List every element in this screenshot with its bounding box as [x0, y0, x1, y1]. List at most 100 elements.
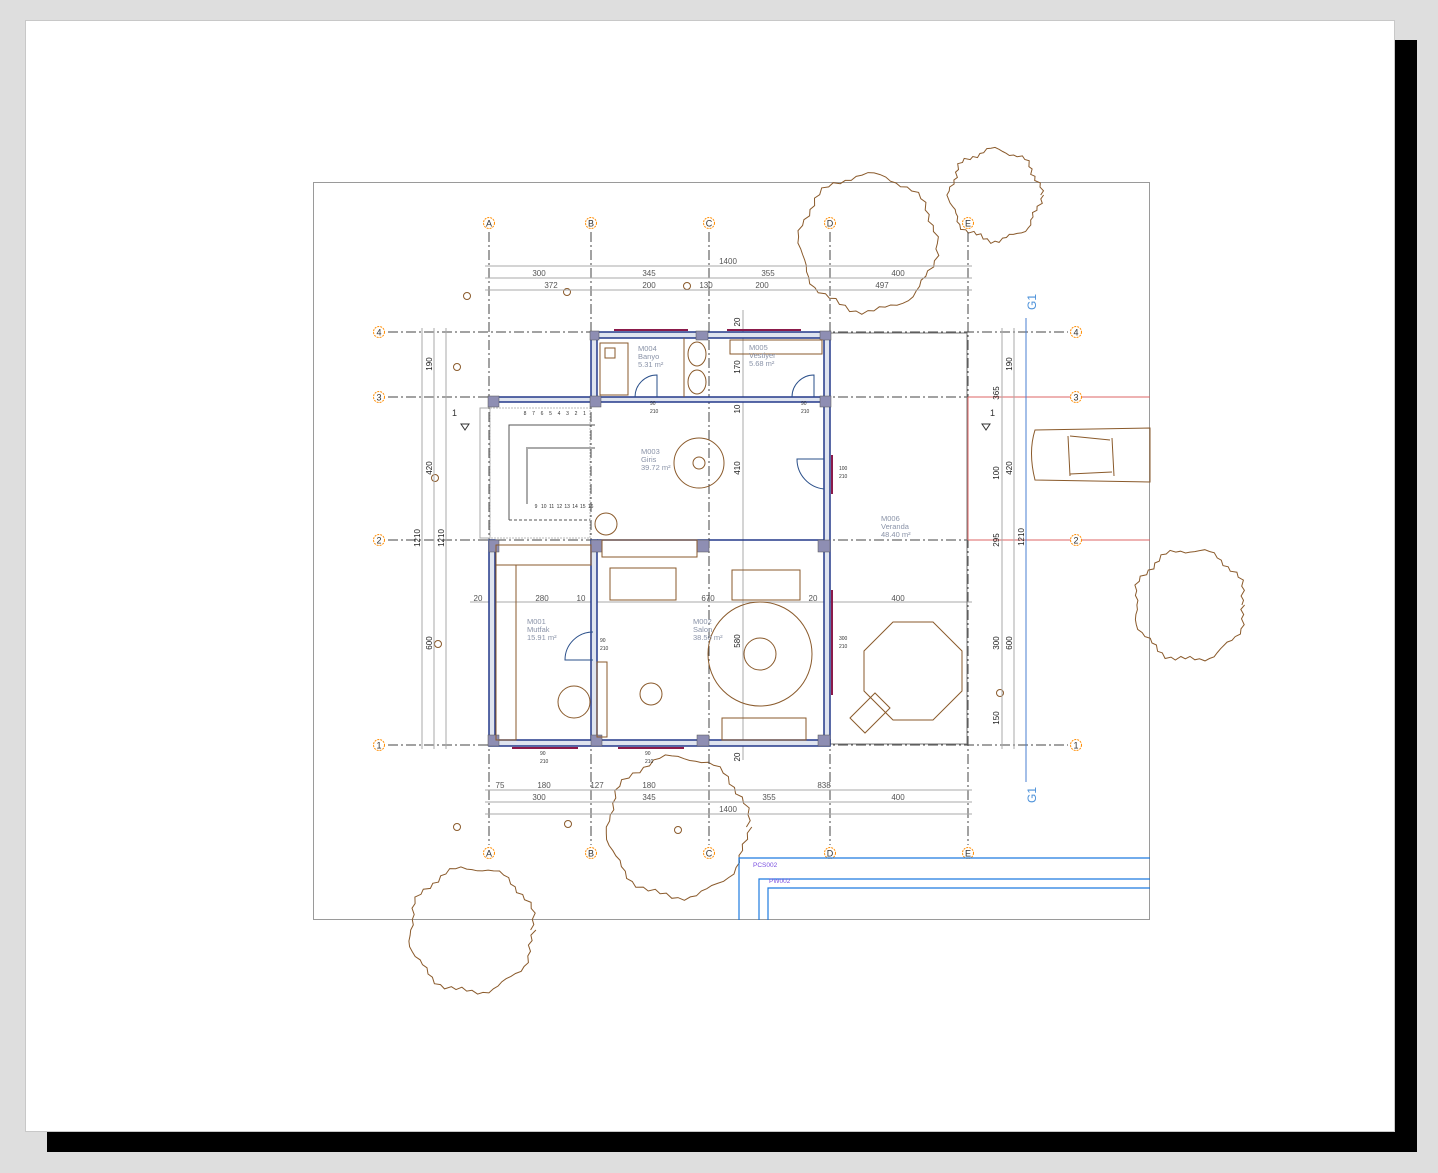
dim-top-bay: 400 — [891, 269, 905, 278]
grid-bubble-bottom: B — [585, 847, 597, 859]
grid-label: 3 — [376, 393, 381, 403]
dim-interior-horizontal: 670 — [701, 594, 715, 603]
dim-top-bay: 355 — [761, 269, 775, 278]
dim-right-overall: 1210 — [1017, 528, 1026, 546]
grid-label: D — [827, 849, 834, 859]
grid-label: A — [486, 219, 492, 229]
dim-right-detail: 365 — [992, 386, 1001, 400]
door-width: 90 — [600, 638, 606, 644]
floor-plan-drawing[interactable]: AABBCCDDEE4 43 32 21 1 1400300 345 355 400372 20… — [0, 0, 1438, 1173]
stair-step-number: 4 — [558, 411, 561, 417]
door-height: 210 — [839, 474, 848, 480]
grid-label: C — [706, 849, 713, 859]
door-width: 90 — [540, 751, 546, 757]
dim-top-detail: 200 — [642, 281, 656, 290]
stair-step-number: 12 — [557, 504, 563, 510]
dim-right-detail: 100 — [992, 466, 1001, 480]
dim-right-detail: 295 — [992, 533, 1001, 547]
tree-symbol — [1134, 549, 1245, 662]
dim-top-detail: 200 — [755, 281, 769, 290]
dim-right-segment: 420 — [1005, 461, 1014, 475]
stair-step-number: 2 — [575, 411, 578, 417]
grid-bubble-right: 2 — [1070, 534, 1082, 546]
door-height: 210 — [650, 409, 659, 415]
dim-interior-horizontal: 10 — [577, 594, 586, 603]
grid-label: B — [588, 219, 594, 229]
dim-bottom-overall: 1400 — [719, 805, 737, 814]
grid-bubble-right: 1 — [1070, 739, 1082, 751]
dim-top-bay: 300 — [532, 269, 546, 278]
title-block-pcs: PCS002 — [753, 862, 778, 869]
dim-bottom-bay: 400 — [891, 793, 905, 802]
dim-bottom-detail: 838 — [817, 781, 831, 790]
section-marker-left: 1 — [452, 408, 457, 418]
grid-bubble-top: E — [962, 217, 974, 229]
dim-left-segment: 600 — [425, 636, 434, 650]
dim-bottom-bay: 300 — [532, 793, 546, 802]
dim-top-detail: 497 — [875, 281, 889, 290]
dim-interior-vertical: 20 — [733, 752, 742, 761]
grid-label: 2 — [1073, 536, 1078, 546]
grid-bubble-top: A — [483, 217, 495, 229]
dim-right-segment: 190 — [1005, 357, 1014, 371]
elevation-marker-bottom: G1 — [1025, 787, 1039, 803]
grid-bubble-bottom: A — [483, 847, 495, 859]
dim-right-detail: 150 — [992, 711, 1001, 725]
grid-bubble-bottom: C — [703, 847, 715, 859]
grid-label: 1 — [376, 741, 381, 751]
grid-label: C — [706, 219, 713, 229]
dim-left-segment: 190 — [425, 357, 434, 371]
stair-step-number: 3 — [566, 411, 569, 417]
dim-interior-horizontal: 20 — [809, 594, 818, 603]
door-width: 300 — [839, 636, 848, 642]
room-area: 15.91 m² — [527, 633, 557, 642]
stair-step-number: 1 — [583, 411, 586, 417]
title-block-pw: PW002 — [769, 878, 791, 885]
dim-interior-vertical: 20 — [733, 317, 742, 326]
stair-step-number: 7 — [532, 411, 535, 417]
stair-step-number: 15 — [580, 504, 586, 510]
room-area: 5.68 m² — [749, 359, 775, 368]
dim-bottom-bay: 345 — [642, 793, 656, 802]
room-area: 5.31 m² — [638, 360, 664, 369]
dim-bottom-detail: 180 — [537, 781, 551, 790]
door-width: 90 — [645, 751, 651, 757]
grid-bubble-bottom: D — [824, 847, 836, 859]
grid-bubble-left: 4 — [373, 326, 385, 338]
grid-bubble-right: 4 — [1070, 326, 1082, 338]
grid-label: E — [965, 219, 971, 229]
door-height: 210 — [645, 759, 654, 765]
dim-left-segment: 420 — [425, 461, 434, 475]
door-width: 90 — [801, 401, 807, 407]
dim-left-overall: 1210 — [437, 529, 446, 547]
dim-interior-horizontal: 400 — [891, 594, 905, 603]
grid-label: 3 — [1073, 393, 1078, 403]
stair-step-number: 16 — [588, 504, 594, 510]
dim-bottom-detail: 127 — [590, 781, 604, 790]
stair-step-number: 8 — [524, 411, 527, 417]
stair-step-number: 5 — [549, 411, 552, 417]
dim-bottom-detail: 75 — [496, 781, 505, 790]
dim-interior-vertical: 410 — [733, 461, 742, 475]
door-width: 90 — [650, 401, 656, 407]
grid-bubble-bottom: E — [962, 847, 974, 859]
grid-label: 4 — [1073, 328, 1078, 338]
stair-step-number: 9 — [535, 504, 538, 510]
door-height: 210 — [839, 644, 848, 650]
door-height: 210 — [801, 409, 810, 415]
dim-interior-horizontal: 20 — [474, 594, 483, 603]
dim-top-overall: 1400 — [719, 257, 737, 266]
dim-interior-vertical: 10 — [733, 404, 742, 413]
dim-top-detail: 130 — [699, 281, 713, 290]
stair-step-number: 10 — [541, 504, 547, 510]
section-marker-right: 1 — [990, 408, 995, 418]
grid-bubble-top: C — [703, 217, 715, 229]
dim-right-segment: 600 — [1005, 636, 1014, 650]
grid-label: D — [827, 219, 834, 229]
dim-bottom-detail: 180 — [642, 781, 656, 790]
grid-bubble-top: D — [824, 217, 836, 229]
stair-step-number: 13 — [564, 504, 570, 510]
stair-step-number: 6 — [541, 411, 544, 417]
grid-label: E — [965, 849, 971, 859]
dim-top-detail: 372 — [544, 281, 558, 290]
